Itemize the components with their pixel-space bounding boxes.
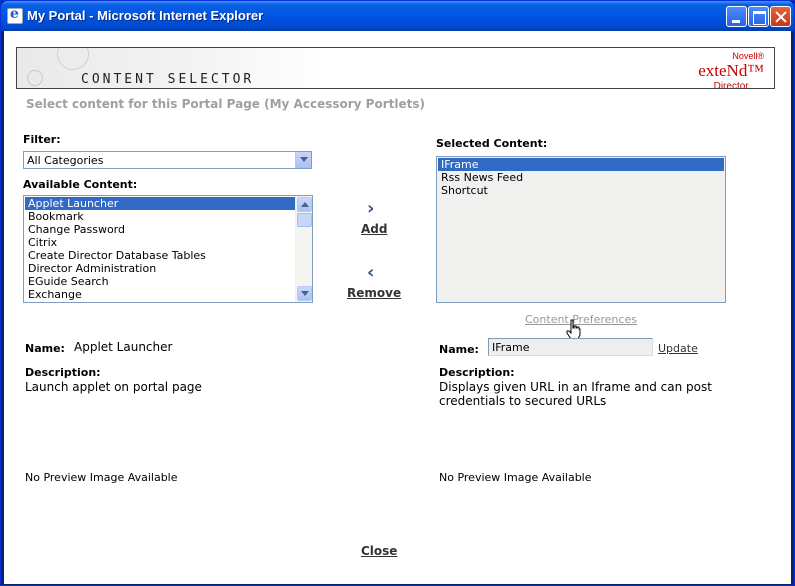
- right-description-label: Description:: [439, 366, 515, 379]
- novell-extend-logo: Novell® exteNd™ Director: [698, 51, 764, 89]
- available-content-label: Available Content:: [23, 178, 138, 191]
- available-option[interactable]: Change Password: [25, 223, 296, 236]
- left-name-value: Applet Launcher: [74, 340, 173, 354]
- content-name-input[interactable]: [488, 338, 653, 356]
- filter-label: Filter:: [23, 133, 61, 146]
- logo-director-text: Director: [713, 81, 749, 89]
- right-description-line1: Displays given URL in an Iframe and can …: [439, 380, 712, 394]
- remove-button[interactable]: Remove: [347, 286, 401, 300]
- internet-explorer-icon: [7, 6, 23, 24]
- selected-option[interactable]: Shortcut: [438, 184, 724, 197]
- available-option[interactable]: Bookmark: [25, 210, 296, 223]
- selected-content-label: Selected Content:: [436, 137, 548, 150]
- selected-option[interactable]: IFrame: [438, 158, 724, 171]
- filter-select[interactable]: All Categories: [23, 151, 312, 169]
- available-option[interactable]: Citrix: [25, 236, 296, 249]
- window-title: My Portal - Microsoft Internet Explorer: [27, 8, 264, 23]
- scroll-up-icon[interactable]: [297, 197, 312, 212]
- chevron-right-icon[interactable]: ›: [367, 198, 374, 219]
- available-option[interactable]: Create Director Database Tables: [25, 249, 296, 262]
- available-option[interactable]: EGuide Search: [25, 275, 296, 288]
- available-option[interactable]: Director Administration: [25, 262, 296, 275]
- title-bar[interactable]: My Portal - Microsoft Internet Explorer: [1, 1, 794, 31]
- left-preview-text: No Preview Image Available: [25, 471, 178, 484]
- close-button[interactable]: Close: [361, 544, 397, 558]
- right-description-line2: credentials to secured URLs: [439, 394, 607, 408]
- close-window-button[interactable]: [770, 6, 791, 27]
- selected-content-list[interactable]: IFrame Rss News Feed Shortcut: [436, 156, 726, 303]
- right-preview-text: No Preview Image Available: [439, 471, 592, 484]
- scroll-thumb[interactable]: [297, 213, 312, 227]
- chevron-left-icon[interactable]: ‹: [367, 262, 374, 283]
- available-content-list[interactable]: Applet Launcher Bookmark Change Password Ci…: [23, 195, 313, 303]
- left-name-label: Name:: [25, 342, 65, 355]
- selected-option[interactable]: Rss News Feed: [438, 171, 724, 184]
- browser-window: My Portal - Microsoft Internet Explorer …: [0, 0, 795, 586]
- add-button[interactable]: Add: [361, 222, 387, 236]
- minimize-button[interactable]: [726, 6, 747, 27]
- logo-novell-text: Novell®: [732, 51, 764, 61]
- update-link[interactable]: Update: [658, 342, 698, 355]
- left-description-label: Description:: [25, 366, 101, 379]
- left-description-text: Launch applet on portal page: [25, 380, 202, 394]
- available-list-scrollbar[interactable]: [295, 196, 312, 302]
- banner-title: CONTENT SELECTOR: [81, 72, 255, 87]
- chevron-down-icon[interactable]: [295, 152, 311, 168]
- right-name-label: Name:: [439, 343, 479, 356]
- available-option[interactable]: Applet Launcher: [25, 197, 296, 210]
- content-selector-banner: CONTENT SELECTOR Novell® exteNd™ Directo…: [16, 47, 775, 89]
- page-subtitle: Select content for this Portal Page (My …: [26, 97, 425, 111]
- filter-selected-value: All Categories: [27, 154, 104, 167]
- logo-extend-text: exteNd™: [698, 61, 764, 80]
- page-content: CONTENT SELECTOR Novell® exteNd™ Directo…: [4, 31, 791, 584]
- available-option[interactable]: Exchange: [25, 288, 296, 301]
- maximize-button[interactable]: [748, 6, 769, 27]
- scroll-down-icon[interactable]: [297, 286, 312, 301]
